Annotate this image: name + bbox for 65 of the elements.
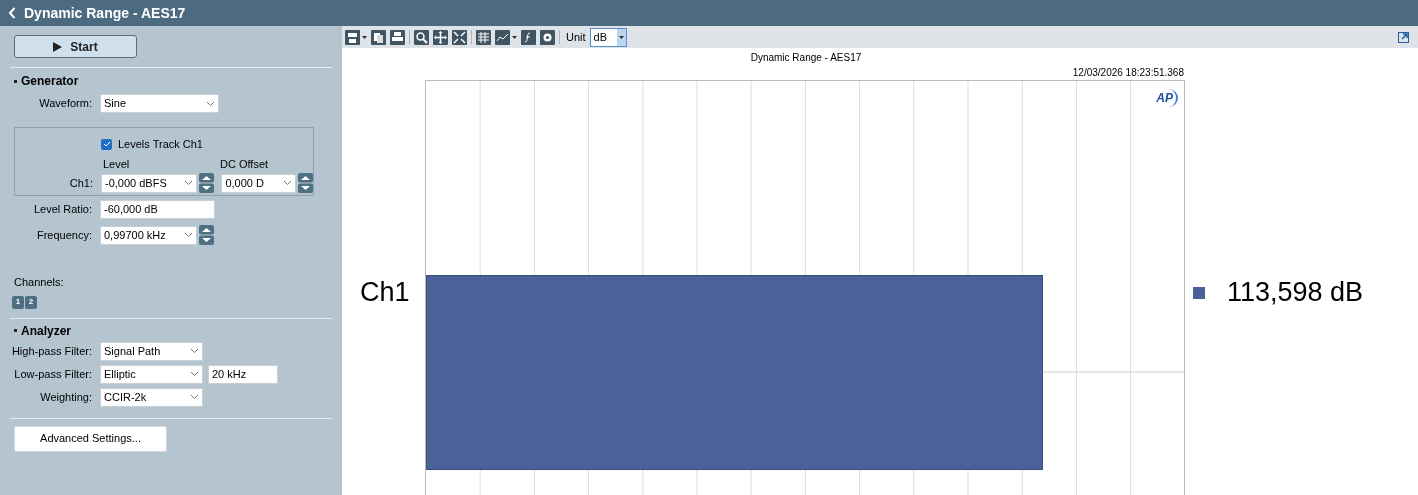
chart-title: Dynamic Range - AES17: [749, 51, 863, 65]
dropdown[interactable]: Elliptic: [100, 364, 203, 384]
checkbox[interactable]: [101, 138, 112, 150]
checkbox-label: Levels Track Ch1: [118, 137, 203, 152]
chevron-down-icon: [184, 180, 194, 186]
field-label: Level Ratio:: [32, 202, 92, 218]
field-label: High-pass Filter:: [10, 343, 92, 359]
graph-icon[interactable]: [495, 29, 510, 45]
chevron-down-icon: [190, 348, 199, 354]
value-label: 113,598 dB: [1227, 276, 1364, 310]
channel-button[interactable]: 1: [12, 295, 24, 309]
channel-button[interactable]: 2: [25, 295, 37, 309]
dropdown[interactable]: Sine: [100, 94, 219, 113]
zoom-icon[interactable]: [414, 29, 429, 45]
save-icon[interactable]: [345, 29, 360, 45]
unit-label: Unit: [566, 29, 586, 45]
settings-icon[interactable]: [540, 29, 555, 45]
field-label: Low-pass Filter:: [13, 366, 92, 382]
spinner-icon[interactable]: [199, 225, 214, 245]
play-icon: [53, 41, 63, 52]
chevron-down-icon: [206, 100, 215, 107]
dropdown[interactable]: CCIR-2k: [100, 387, 203, 407]
dropdown[interactable]: 0,99700 kHz: [100, 225, 197, 245]
field-label: Weighting:: [39, 389, 92, 405]
move-icon[interactable]: [433, 29, 448, 45]
logo: AP: [1156, 89, 1178, 107]
pop-out-icon[interactable]: [1398, 31, 1409, 43]
chevron-down-icon: [190, 394, 199, 400]
dropdown[interactable]: -0,000 dBFS: [101, 173, 198, 193]
spinner-icon[interactable]: [199, 173, 215, 193]
function-icon[interactable]: [521, 29, 536, 45]
fit-icon[interactable]: [452, 29, 467, 45]
input-field[interactable]: -60,000 dB: [100, 200, 215, 219]
input-field[interactable]: 20 kHz: [208, 364, 278, 384]
column-heading: DC Offset: [220, 156, 269, 172]
print-icon[interactable]: [390, 29, 405, 45]
legend-marker: [1193, 286, 1205, 299]
dropdown[interactable]: 0,000 D: [221, 173, 296, 193]
copy-icon[interactable]: [371, 29, 386, 45]
bullet-icon: [14, 79, 17, 83]
chevron-down-icon: [283, 180, 292, 186]
spinner-icon[interactable]: [298, 173, 313, 193]
timestamp: 12/03/2026 18:23:51.368: [1071, 66, 1184, 80]
dropdown[interactable]: Signal Path: [100, 341, 203, 361]
section-heading: Generator: [21, 73, 79, 90]
column-heading: Level: [103, 156, 131, 172]
category-label: Ch1: [360, 276, 410, 310]
window-title: Dynamic Range - AES17: [24, 3, 186, 23]
chevron-down-icon: [184, 232, 193, 238]
caret-icon[interactable]: [362, 35, 367, 39]
checkmark-icon: [102, 140, 111, 149]
chevron-down-icon: [190, 371, 199, 377]
caret-icon[interactable]: [512, 35, 517, 39]
bullet-icon: [14, 329, 17, 332]
field-label: Ch1:: [68, 175, 93, 191]
field-label: Channels:: [14, 275, 65, 290]
advanced-settings-button[interactable]: Advanced Settings...: [14, 425, 167, 452]
unit-dropdown[interactable]: dB: [589, 27, 627, 47]
field-label: Waveform:: [38, 96, 92, 112]
table-icon[interactable]: [476, 29, 491, 45]
start-button[interactable]: Start: [14, 35, 137, 58]
section-heading: Analyzer: [21, 322, 72, 340]
back-icon[interactable]: [8, 7, 16, 19]
field-label: Frequency:: [35, 227, 92, 243]
caret-icon[interactable]: [618, 35, 624, 39]
